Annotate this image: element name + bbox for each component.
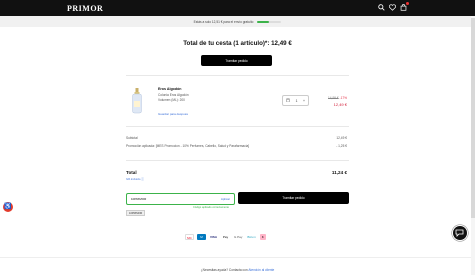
- product-volume: Volumen (ML): 200: [158, 98, 185, 102]
- heart-icon[interactable]: [389, 4, 396, 11]
- maestro-icon: M: [197, 234, 206, 240]
- primor-logo[interactable]: PRIMOR: [67, 4, 103, 13]
- free-shipping-progress-fill: [257, 20, 270, 23]
- apply-coupon-button[interactable]: Aplicar: [221, 197, 230, 201]
- bizum-icon: Bizum: [247, 235, 256, 239]
- divider: [126, 126, 349, 127]
- visa-icon: VISA: [210, 235, 218, 239]
- promo-label: Promoción aplicada: [MES Promocion - 10%…: [126, 144, 250, 148]
- footer-help: ¿Necesitas ayuda? Contacta con Atención …: [0, 268, 475, 272]
- footer-help-text: ¿Necesitas ayuda? Contacta con: [200, 268, 248, 272]
- cart-total-title: Total de tu cesta (1 artículo)*: 12,49 €: [183, 40, 292, 47]
- checkout-button-top[interactable]: Tramitar pedido: [201, 55, 272, 66]
- total-value: 11,24 €: [331, 170, 347, 175]
- product-image[interactable]: [131, 88, 143, 114]
- vat-info[interactable]: IVA incluido ⓘ: [126, 177, 144, 181]
- coupon-success-message: Código aplicado correctamente: [193, 206, 229, 209]
- mastercard-icon: MC: [185, 234, 194, 240]
- old-price-row: 14,99 € -17%: [328, 96, 347, 100]
- applied-coupon-chip[interactable]: 10PRIMOR: [126, 210, 146, 216]
- accessibility-icon[interactable]: ♿: [3, 202, 13, 212]
- promo-value: - 1,25 €: [336, 144, 347, 148]
- quantity-value: 1: [295, 98, 298, 103]
- plus-icon[interactable]: +: [303, 99, 305, 103]
- free-shipping-bar: Estás a solo 12,51 € para el envío gratu…: [0, 16, 475, 27]
- bag-icon[interactable]: [400, 2, 409, 11]
- subtotal-label: Subtotal: [126, 136, 138, 140]
- chat-button[interactable]: [452, 225, 468, 241]
- coupon-code[interactable]: 10PRIMOR: [131, 197, 146, 201]
- quantity-stepper[interactable]: 1 +: [282, 95, 309, 106]
- cart-count-badge: [406, 2, 409, 5]
- free-shipping-progress: [257, 20, 282, 23]
- klarna-icon: K: [259, 234, 266, 240]
- old-price: 14,99 €: [328, 96, 339, 100]
- customer-service-link[interactable]: Atención al cliente: [248, 268, 274, 272]
- footer-divider: [0, 257, 475, 258]
- product-price: 12,49 €: [333, 102, 347, 107]
- product-name[interactable]: Eros Algodón: [158, 87, 181, 91]
- payment-methods: MC M VISA Pay G Pay Bizum K: [185, 234, 266, 240]
- divider: [126, 75, 349, 76]
- divider: [126, 160, 349, 161]
- coupon-field[interactable]: 10PRIMOR Aplicar: [126, 193, 235, 205]
- scrollbar-thumb[interactable]: [471, 18, 475, 218]
- trash-icon[interactable]: [286, 98, 290, 103]
- search-icon[interactable]: [378, 4, 385, 11]
- top-header: PRIMOR: [0, 0, 475, 16]
- checkout-button-bottom[interactable]: Tramitar pedido: [238, 192, 349, 204]
- apple-pay-icon: Pay: [222, 235, 229, 239]
- discount-badge: -17%: [339, 96, 347, 100]
- header-icons: [378, 2, 409, 11]
- subtotal-value: 12,49 €: [336, 136, 347, 140]
- google-pay-icon: G Pay: [234, 235, 243, 239]
- free-shipping-text: Estás a solo 12,51 € para el envío gratu…: [193, 19, 254, 24]
- product-description: Colonia Eros Algodón: [158, 93, 189, 97]
- save-for-later-link[interactable]: Guardar para después: [158, 112, 188, 116]
- total-label: Total: [126, 170, 137, 175]
